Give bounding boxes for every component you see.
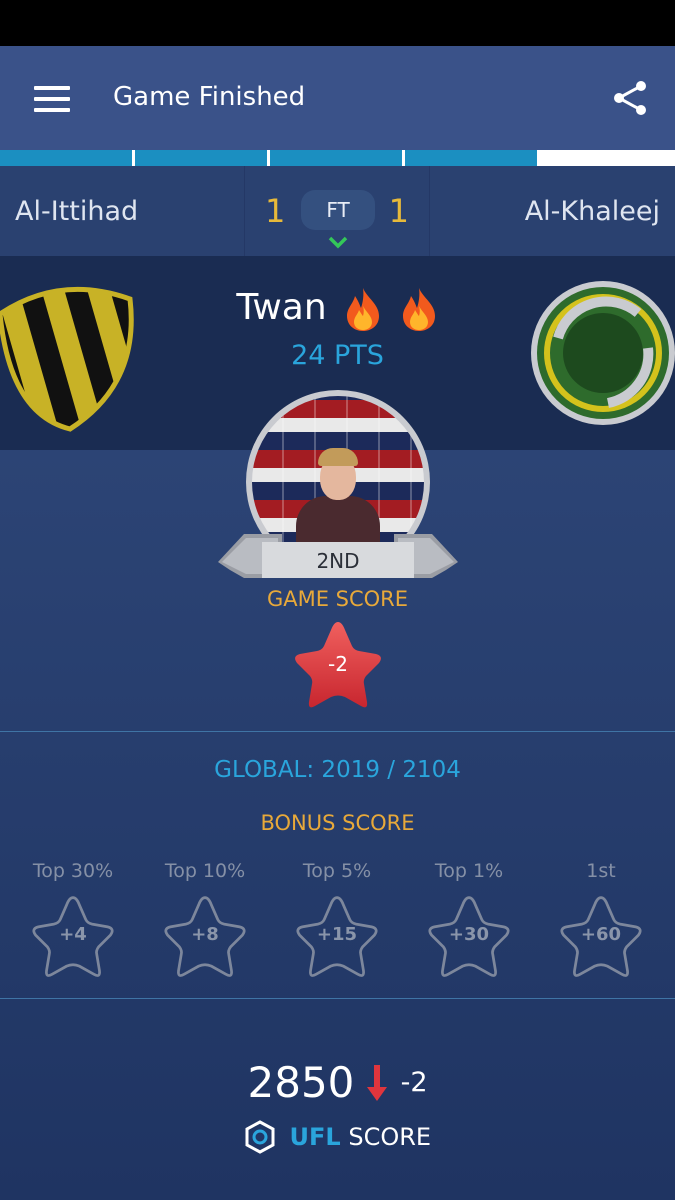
bonus-score-label: BONUS SCORE <box>260 811 415 835</box>
bonus-value: +4 <box>59 924 87 945</box>
checkmark-icon <box>328 236 348 249</box>
bonus-tier-label: 1st <box>586 860 616 882</box>
hamburger-menu-icon[interactable] <box>34 86 70 112</box>
rank-label: 2ND <box>316 549 360 573</box>
player-name: Twan <box>236 287 327 328</box>
fire-icon <box>346 288 379 331</box>
ufl-score-word: SCORE <box>348 1123 432 1151</box>
bonus-item: Top 1% +30 <box>414 860 524 978</box>
progress-bar <box>0 150 675 166</box>
progress-segment <box>405 150 537 166</box>
game-score-value: -2 <box>328 652 348 676</box>
ufl-total-value: 2850 <box>247 1058 355 1107</box>
bonus-item: 1st +60 <box>546 860 656 978</box>
bonus-tier-label: Top 5% <box>302 860 372 882</box>
progress-segment <box>540 150 675 166</box>
bonus-value: +60 <box>580 924 622 945</box>
progress-segment <box>135 150 267 166</box>
bonus-item: Top 30% +4 <box>18 860 128 978</box>
share-icon[interactable] <box>610 78 650 118</box>
bonus-star: +4 <box>29 894 117 978</box>
bonus-item: Top 5% +15 <box>282 860 392 978</box>
progress-segment <box>0 150 132 166</box>
bonus-star: +8 <box>161 894 249 978</box>
score-box: 1 FT 1 <box>244 166 430 256</box>
game-score-label: GAME SCORE <box>266 587 409 611</box>
bonus-star: +15 <box>293 894 381 978</box>
status-bar <box>0 0 675 46</box>
bonus-item: Top 10% +8 <box>150 860 260 978</box>
bonus-tier-label: Top 1% <box>434 860 504 882</box>
bonus-tier-label: Top 10% <box>164 860 246 882</box>
ufl-brand: UFL SCORE <box>0 1120 675 1154</box>
away-score: 1 <box>388 192 409 230</box>
scoreboard: Al-Ittihad 1 FT 1 Al-Khaleej <box>0 166 675 256</box>
bonus-star: +60 <box>557 894 645 978</box>
app-bar: Game Finished <box>0 46 675 150</box>
bonus-value: +30 <box>448 924 490 945</box>
bonus-tier-label: Top 30% <box>32 860 114 882</box>
ufl-logo-icon <box>245 1120 275 1154</box>
home-team-name: Al-Ittihad <box>15 196 139 227</box>
fire-icon <box>402 288 435 331</box>
bonus-value: +8 <box>191 924 219 945</box>
away-team-crest-icon <box>531 281 675 425</box>
divider <box>0 731 675 732</box>
ufl-delta: -2 <box>400 1067 428 1098</box>
divider <box>0 998 675 999</box>
page-title: Game Finished <box>113 82 306 112</box>
global-rank: GLOBAL: 2019 / 2104 <box>214 757 461 783</box>
ufl-total: 2850 -2 <box>0 1058 675 1107</box>
away-team-name: Al-Khaleej <box>524 196 660 227</box>
arrow-down-icon <box>367 1064 388 1101</box>
match-status-badge[interactable]: FT <box>301 190 375 230</box>
progress-segment <box>270 150 402 166</box>
home-score: 1 <box>265 192 286 230</box>
ufl-brand-text: UFL <box>289 1123 341 1151</box>
bonus-star: +30 <box>425 894 513 978</box>
bonus-value: +15 <box>316 924 358 945</box>
